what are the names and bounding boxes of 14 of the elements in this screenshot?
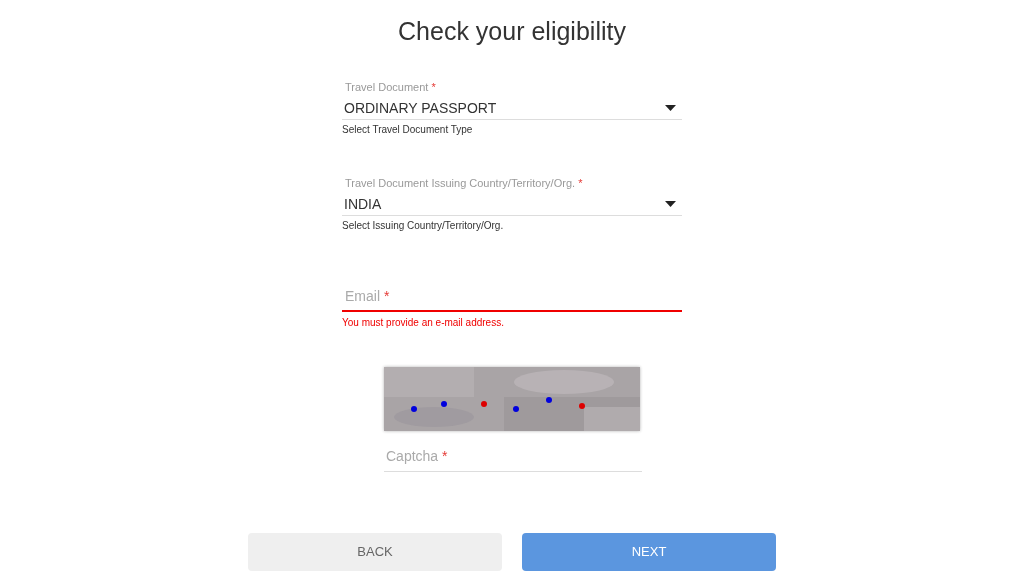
page-title: Check your eligibility	[398, 16, 626, 46]
dropdown-arrow-icon	[665, 105, 676, 111]
captcha-field[interactable]: Captcha *	[384, 443, 642, 472]
back-button[interactable]: BACK	[248, 533, 502, 571]
dropdown-arrow-icon	[665, 201, 676, 207]
next-button[interactable]: NEXT	[522, 533, 776, 571]
field-label: Travel Document Issuing Country/Territory/Org. *	[344, 176, 584, 190]
error-message: You must provide an e-mail address.	[342, 316, 505, 329]
email-field[interactable]: Email *	[342, 286, 682, 312]
select-field[interactable]: ORDINARY PASSPORT	[342, 97, 682, 120]
field-hint: Select Issuing Country/Territory/Org.	[342, 219, 505, 233]
select-field[interactable]: INDIA	[342, 193, 682, 216]
field-label: Travel Document *	[344, 80, 437, 94]
field-hint: Select Travel Document Type	[342, 123, 474, 137]
